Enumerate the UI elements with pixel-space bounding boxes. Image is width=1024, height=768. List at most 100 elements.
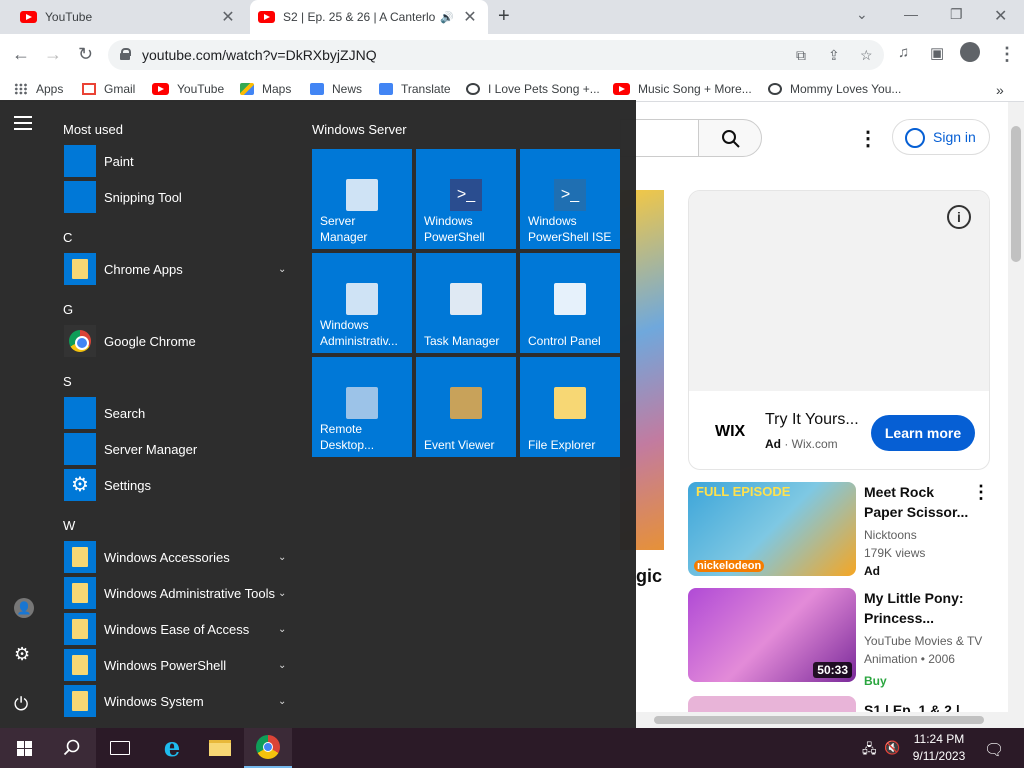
youtube-icon [152,83,169,95]
restore-icon[interactable]: ❐ [950,6,963,23]
settings-menu-icon[interactable]: ⋮ [858,126,878,151]
volume-muted-icon[interactable]: 🔇 [884,740,900,756]
folder-icon [64,613,96,645]
group-header-g[interactable]: G [63,302,73,317]
notifications-icon[interactable]: 🗨 [984,740,1004,760]
tile-windows-powershell-ise[interactable]: >_ Windows PowerShell ISE [520,149,620,249]
internet-explorer-icon: e [163,733,181,763]
tile-server-manager[interactable]: Server Manager [312,149,412,249]
tile-windows-powershell[interactable]: >_ Windows PowerShell [416,149,516,249]
remote-desktop-icon [346,387,378,419]
settings-gear-icon[interactable]: ⚙ [14,644,30,665]
task-view-button[interactable] [96,728,144,768]
vertical-scrollbar[interactable] [1008,102,1024,728]
bookmark-news[interactable]: News [310,82,362,96]
tile-file-explorer[interactable]: File Explorer [520,357,620,457]
tile-task-manager[interactable]: Task Manager [416,253,516,353]
ad-card[interactable]: i WIX Try It Yours... Ad · Wix.com Learn… [688,190,990,470]
internet-explorer-button[interactable]: e [148,728,196,768]
more-bookmarks-icon[interactable]: » [996,82,1004,98]
group-header-s[interactable]: S [63,374,72,389]
buy-badge: Buy [864,674,887,688]
app-search[interactable]: Search [64,397,294,429]
recommendation-item[interactable]: 50:33 My Little Pony: Princess... YouTub… [688,588,998,688]
app-chrome-apps[interactable]: Chrome Apps ⌄ [64,253,294,285]
scrollbar-thumb[interactable] [1011,126,1021,262]
app-windows-accessories[interactable]: Windows Accessories ⌄ [64,541,294,573]
media-control-icon[interactable]: ♫ [898,44,909,61]
app-windows-administrative-tools[interactable]: Windows Administrative Tools ⌄ [64,577,294,609]
youtube-search-button[interactable] [698,119,762,157]
minimize-icon[interactable]: — [904,6,918,22]
tab-youtube[interactable]: YouTube ✕ [0,0,246,34]
forward-icon[interactable]: → [44,44,62,65]
close-tab-icon[interactable]: ✕ [218,7,238,27]
app-snipping-tool[interactable]: Snipping Tool [64,181,294,213]
share-icon[interactable]: ⇪ [828,40,840,70]
bookmark-translate[interactable]: Translate [379,82,451,96]
chrome-taskbar-button[interactable] [244,728,292,768]
app-google-chrome[interactable]: Google Chrome [64,325,294,357]
bookmark-maps[interactable]: Maps [240,82,291,96]
group-header-c[interactable]: C [63,230,72,245]
open-in-app-icon[interactable]: ⧉ [796,40,806,70]
app-windows-system[interactable]: Windows System ⌄ [64,685,294,717]
recommendation-title[interactable]: Meet Rock Paper Scissor... [864,482,976,522]
app-settings[interactable]: ⚙ Settings [64,469,294,501]
app-paint[interactable]: Paint [64,145,294,177]
new-tab-icon[interactable]: + [498,5,510,28]
tile-control-panel[interactable]: Control Panel [520,253,620,353]
bookmark-gmail[interactable]: Gmail [82,82,135,96]
tab-search-icon[interactable]: ⌄ [856,6,868,23]
recommendation-item[interactable]: FULL EPISODE nickelodeon Meet Rock Paper… [688,482,998,578]
video-thumbnail[interactable]: 50:33 [688,588,856,682]
more-actions-icon[interactable]: ⋮ [972,482,990,503]
ad-media[interactable] [689,191,989,391]
lock-icon[interactable] [120,48,131,60]
tab-active-video[interactable]: S2 | Ep. 25 & 26 | A Canterlo 🔊 ✕ [250,0,488,34]
tile-remote-desktop[interactable]: Remote Desktop... [312,357,412,457]
network-icon[interactable]: 🖧 [862,740,877,762]
close-tab-icon[interactable]: ✕ [460,7,480,27]
speaker-icon[interactable]: 🔊 [440,11,454,24]
start-button[interactable] [0,728,48,768]
bookmark-mommy[interactable]: Mommy Loves You... [768,82,901,96]
tile-event-viewer[interactable]: Event Viewer [416,357,516,457]
chrome-menu-icon[interactable]: ⋮ [998,44,1016,65]
recommendation-title[interactable]: My Little Pony: Princess... [864,588,976,628]
info-icon[interactable]: i [947,205,971,229]
bookmark-pets-song[interactable]: I Love Pets Song +... [466,82,600,96]
bookmark-youtube[interactable]: YouTube [152,82,224,96]
start-rail: 👤 ⚙ ⏻ [0,100,48,728]
reload-icon[interactable]: ↻ [78,44,93,65]
close-window-icon[interactable]: ✕ [994,6,1007,26]
learn-more-button[interactable]: Learn more [871,415,975,451]
sign-in-button[interactable]: Sign in [892,119,990,155]
address-bar[interactable]: youtube.com/watch?v=DkRXbyjZJNQ ⧉ ⇪ ☆ [108,40,884,70]
horizontal-scrollbar[interactable] [636,712,1008,728]
youtube-favicon-icon [258,11,275,23]
side-panel-icon[interactable]: ▣ [930,44,944,62]
app-windows-ease-of-access[interactable]: Windows Ease of Access ⌄ [64,613,294,645]
hamburger-menu-icon[interactable] [14,116,32,134]
user-account-icon[interactable]: 👤 [14,598,34,618]
system-clock[interactable]: 11:24 PM 9/11/2023 [906,731,972,765]
ad-title[interactable]: Try It Yours... [765,411,859,429]
scrollbar-thumb[interactable] [654,716,984,724]
recommendation-channel: Nicktoons [864,528,917,542]
app-server-manager[interactable]: Server Manager [64,433,294,465]
video-thumbnail[interactable]: FULL EPISODE nickelodeon [688,482,856,576]
tile-windows-administrative-tools[interactable]: Windows Administrativ... [312,253,412,353]
group-header-w[interactable]: W [63,518,75,533]
profile-avatar[interactable] [960,42,980,62]
app-windows-powershell[interactable]: Windows PowerShell ⌄ [64,649,294,681]
bookmark-apps[interactable]: Apps [14,82,63,96]
tab-strip: YouTube ✕ S2 | Ep. 25 & 26 | A Canterlo … [0,0,1024,34]
recommendation-meta: Animation • 2006 [864,652,955,666]
file-explorer-button[interactable] [196,728,244,768]
back-icon[interactable]: ← [12,44,30,65]
power-icon[interactable]: ⏻ [14,694,28,715]
bookmark-star-icon[interactable]: ☆ [860,40,873,70]
bookmark-music-song[interactable]: Music Song + More... [613,82,752,96]
search-button[interactable] [48,728,96,768]
